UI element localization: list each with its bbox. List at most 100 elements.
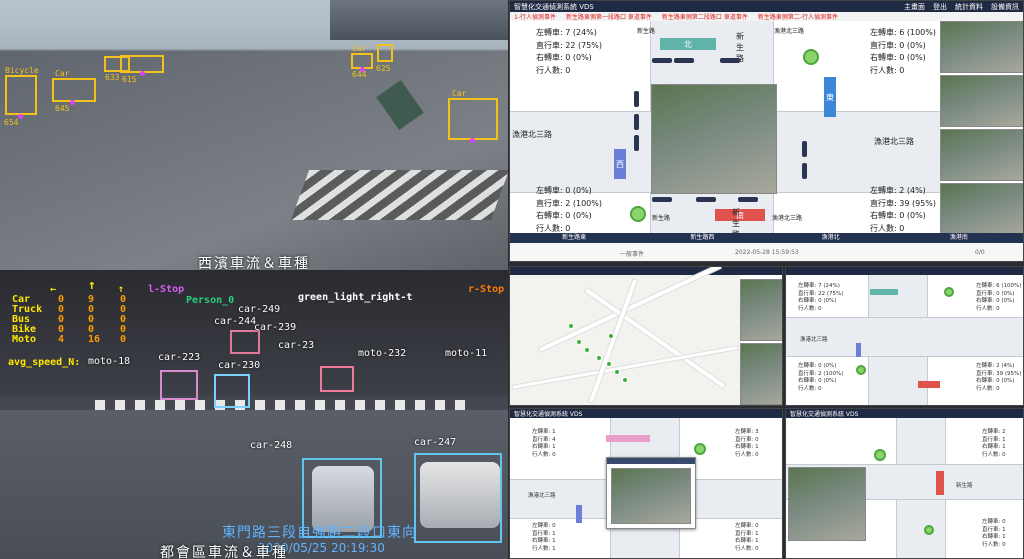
notice-item[interactable]: 1-行人偵測事件	[514, 12, 556, 21]
detection-box	[160, 370, 198, 400]
detection-label: car-249	[238, 304, 281, 315]
vds-mini-dashboard: 左轉車: 7 (24%) 直行車: 22 (75%) 右轉車: 0 (0%) 行人數:…	[785, 266, 1024, 406]
camera-snapshot[interactable]	[788, 467, 866, 541]
road-name-west: 漁港北三路	[512, 130, 552, 139]
intersection-diagram: 左轉車: 7 (24%) 直行車: 22 (75%) 右轉車: 0 (0%) 行…	[510, 21, 940, 243]
east-direction-tag[interactable]: 東	[824, 77, 836, 117]
detection-box	[214, 374, 250, 408]
camera-location-overlay: 東門路三段自強路二段口東向	[222, 525, 417, 541]
ne-stats: 左轉車: 6 (100%) 直行車: 0 (0%) 右轉車: 0 (0%) 行人…	[870, 28, 936, 75]
corner-label: 漁港北三路	[774, 28, 805, 35]
app-title: 智慧化交通偵測系統 VDS	[514, 411, 583, 418]
camera-caption: 西濱車流＆車種	[198, 256, 310, 270]
left-stats: 左轉車: 1 直行車: 4 右轉車: 1 行人數: 0	[532, 429, 556, 458]
detection-label: Car	[452, 89, 467, 98]
vds-mini-dashboard: 智慧化交通偵測系統 VDS 左轉車: 1 直行車: 4 右轉車: 1 行人數: 0 左…	[509, 408, 783, 559]
north-direction-tag	[606, 435, 650, 442]
vds-mini-dashboard: 智慧化交通偵測系統 VDS 左轉車: 2 直行車: 1 右轉車: 1 行人數: 0 左…	[785, 408, 1024, 559]
notice-item[interactable]: 新生路東側第一段路口 車道事件	[566, 12, 652, 21]
se-stats: 左轉車: 2 (4%) 直行車: 39 (95%) 右轉車: 0 (0%) 行人…	[870, 186, 936, 233]
event-timestamp: 2022-05-28 15:59:53	[735, 249, 799, 256]
detection-label: moto-11	[445, 348, 488, 359]
camera-thumbnail[interactable]	[740, 279, 782, 341]
detection-label: moto-18	[88, 356, 131, 367]
west-direction-tag	[856, 343, 861, 357]
camera-marker[interactable]	[630, 206, 646, 222]
green-light-label: green_light_right-t	[298, 292, 413, 303]
detection-label: car-247	[414, 437, 457, 448]
detection-box	[230, 330, 260, 354]
detection-label: car-223	[158, 352, 201, 363]
map-panel	[509, 266, 783, 406]
detection-label: car-230	[218, 360, 261, 371]
camera-marker[interactable]	[856, 365, 866, 375]
detection-box	[5, 75, 37, 115]
detection-label: car-248	[250, 440, 293, 451]
event-label: 一般事件	[620, 251, 645, 258]
left-arrow-icon: ←	[50, 284, 57, 295]
app-title: 智慧化交通偵測系統 VDS	[790, 411, 859, 418]
person-count-label: Person_0	[186, 295, 235, 306]
sw-stats: 左轉車: 0 (0%) 直行車: 2 (100%) 右轉車: 0 (0%) 行人…	[536, 186, 602, 233]
detection-label: car-23	[278, 340, 315, 351]
camera-footer-tabs: 新生路東 新生路西 漁港北 漁港南	[510, 233, 1023, 243]
camera-thumbnail[interactable]	[940, 183, 1023, 235]
camera-thumbnail[interactable]	[940, 21, 1023, 73]
camera-marker[interactable]	[803, 49, 819, 65]
road-name: 漁港北三路	[800, 337, 828, 343]
road-name-east: 漁港北三路	[874, 137, 914, 146]
camera-marker[interactable]	[944, 287, 954, 297]
detection-id: 645	[55, 104, 70, 113]
map-view[interactable]	[510, 267, 740, 405]
notice-item[interactable]: 新生路東側第二段路口 車道事件	[662, 12, 748, 21]
nav-logout-link[interactable]: 登出	[933, 2, 947, 12]
right-stats: 左轉車: 2 直行車: 1 右轉車: 1 行人數: 0	[982, 429, 1006, 458]
corner-label: 漁港北三路	[772, 215, 803, 222]
detection-box	[448, 98, 498, 140]
notice-item[interactable]: 新生路東側第二-行人偵測事件	[758, 12, 838, 21]
footer-tab[interactable]: 新生路東	[510, 233, 638, 243]
nw-stats: 左轉車: 7 (24%) 直行車: 22 (75%) 右轉車: 0 (0%) 行…	[536, 28, 602, 75]
vds-header	[786, 267, 1023, 275]
app-title: 智慧化交通偵測系統 VDS	[514, 2, 594, 11]
nw-stats: 左轉車: 7 (24%) 直行車: 22 (75%) 右轉車: 0 (0%) 行人數:…	[798, 283, 844, 312]
traffic-signal	[376, 80, 424, 130]
camera-thumbnail[interactable]	[940, 75, 1023, 127]
vds-main-dashboard: 智慧化交通偵測系統 VDS 主畫面 登出 統計資料 設備資訊 1-行人偵測事件 …	[509, 0, 1024, 262]
camera-marker[interactable]	[694, 443, 706, 455]
west-direction-tag[interactable]: 西	[614, 149, 626, 179]
nav-stats-link[interactable]: 統計資料	[955, 2, 983, 12]
detection-id: 615	[122, 75, 137, 84]
camera-thumbnail[interactable]	[740, 343, 782, 405]
detection-id: 644	[352, 70, 367, 79]
camera-caption: 都會區車流＆車種	[160, 545, 288, 559]
detection-box	[377, 44, 393, 62]
north-direction-tag[interactable]: 北	[660, 38, 716, 50]
left-stop-label: l-Stop	[148, 284, 185, 295]
camera-marker[interactable]	[924, 525, 934, 535]
detection-id: 633	[105, 73, 120, 82]
footer-tab[interactable]: 漁港南	[895, 233, 1023, 243]
right-stats: 左轉車: 0 直行車: 1 右轉車: 1 行人數: 0	[982, 519, 1006, 548]
camera-thumbnail[interactable]	[940, 129, 1023, 181]
map-header	[510, 267, 782, 275]
detection-label: car-239	[254, 322, 297, 333]
road-chevron-marking	[290, 170, 508, 220]
footer-tab[interactable]: 新生路西	[638, 233, 766, 243]
right-stop-label: r-Stop	[468, 284, 505, 295]
ne-stats: 左轉車: 6 (100%) 直行車: 0 (0%) 右轉車: 0 (0%) 行人數: …	[976, 283, 1022, 312]
camera-snapshot[interactable]	[611, 468, 691, 524]
nav-device-link[interactable]: 設備資訊	[991, 2, 1019, 12]
footer-tab[interactable]: 漁港北	[767, 233, 895, 243]
detection-label: Car	[352, 44, 367, 53]
west-coast-camera-feed: Bicycle 654 Car 645 633 615 Car 644 625 …	[0, 0, 508, 270]
notice-bar: 1-行人偵測事件 新生路東側第一段路口 車道事件 新生路東側第二段路口 車道事件…	[510, 12, 1023, 21]
detection-label: car-244	[214, 316, 257, 327]
camera-popup[interactable]	[606, 457, 696, 529]
nav-home-link[interactable]: 主畫面	[904, 2, 925, 12]
up-arrow-icon: ↑	[88, 278, 96, 293]
north-direction-tag	[870, 289, 898, 295]
camera-snapshot[interactable]	[651, 84, 777, 194]
road-name: 新生路	[956, 483, 973, 489]
camera-marker[interactable]	[874, 449, 886, 461]
